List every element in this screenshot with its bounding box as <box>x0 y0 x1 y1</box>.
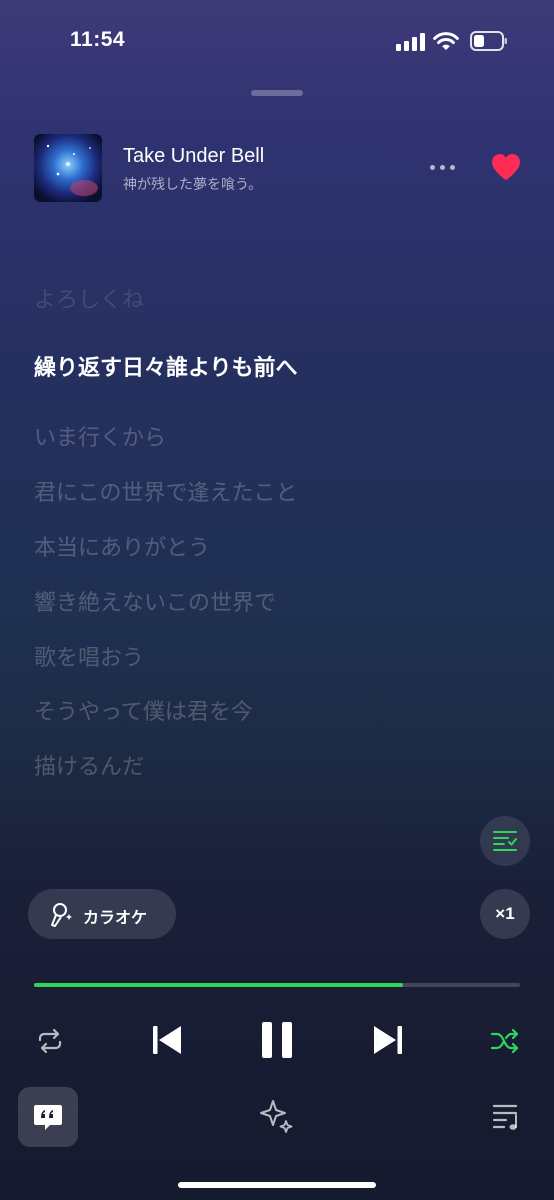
wifi-icon <box>433 32 459 50</box>
pause-icon[interactable] <box>260 1021 294 1059</box>
playback-speed-button[interactable]: ×1 <box>480 889 530 939</box>
microphone-icon <box>51 903 72 927</box>
playback-progress-bar[interactable] <box>34 983 520 987</box>
song-artist[interactable]: 神が残した夢を喰う。 <box>123 174 262 194</box>
lyric-line[interactable]: 響き絶えないこの世界で <box>34 585 276 617</box>
progress-fill <box>34 983 404 987</box>
lyric-line[interactable]: 君にこの世界で逢えたこと <box>34 475 298 507</box>
lyric-line[interactable]: よろしくね <box>34 282 144 314</box>
lyrics-quote-icon <box>34 1105 62 1130</box>
sheet-drag-handle[interactable] <box>251 90 303 96</box>
lyric-line-active[interactable]: 繰り返す日々誰よりも前へ <box>34 350 298 382</box>
queue-icon[interactable] <box>492 1103 522 1131</box>
lyric-line[interactable]: 歌を唱おう <box>34 640 144 672</box>
home-indicator <box>178 1182 376 1188</box>
favorite-heart-icon[interactable] <box>490 152 522 182</box>
album-artwork <box>34 134 102 202</box>
shuffle-icon[interactable] <box>490 1027 520 1055</box>
next-track-icon[interactable] <box>372 1024 404 1056</box>
song-title: Take Under Bell <box>123 145 265 167</box>
sparkle-icon[interactable] <box>259 1099 295 1135</box>
list-check-icon <box>493 831 517 851</box>
previous-track-icon[interactable] <box>151 1024 183 1056</box>
lyric-line[interactable]: 描けるんだ <box>34 749 144 781</box>
lyric-line[interactable]: そうやって僕は君を今 <box>34 694 253 726</box>
lyrics-list-button[interactable] <box>480 816 530 866</box>
battery-icon <box>470 31 507 51</box>
karaoke-label: カラオケ <box>83 908 148 927</box>
repeat-icon[interactable] <box>36 1027 64 1055</box>
lyrics-tab-button[interactable] <box>18 1087 78 1147</box>
karaoke-button[interactable]: カラオケ <box>28 889 176 939</box>
more-options-icon[interactable] <box>430 158 464 176</box>
lyric-line[interactable]: 本当にありがとう <box>34 530 210 562</box>
cellular-signal-icon <box>396 33 426 51</box>
status-time: 11:54 <box>70 28 126 51</box>
lyric-line[interactable]: いま行くから <box>34 420 166 452</box>
